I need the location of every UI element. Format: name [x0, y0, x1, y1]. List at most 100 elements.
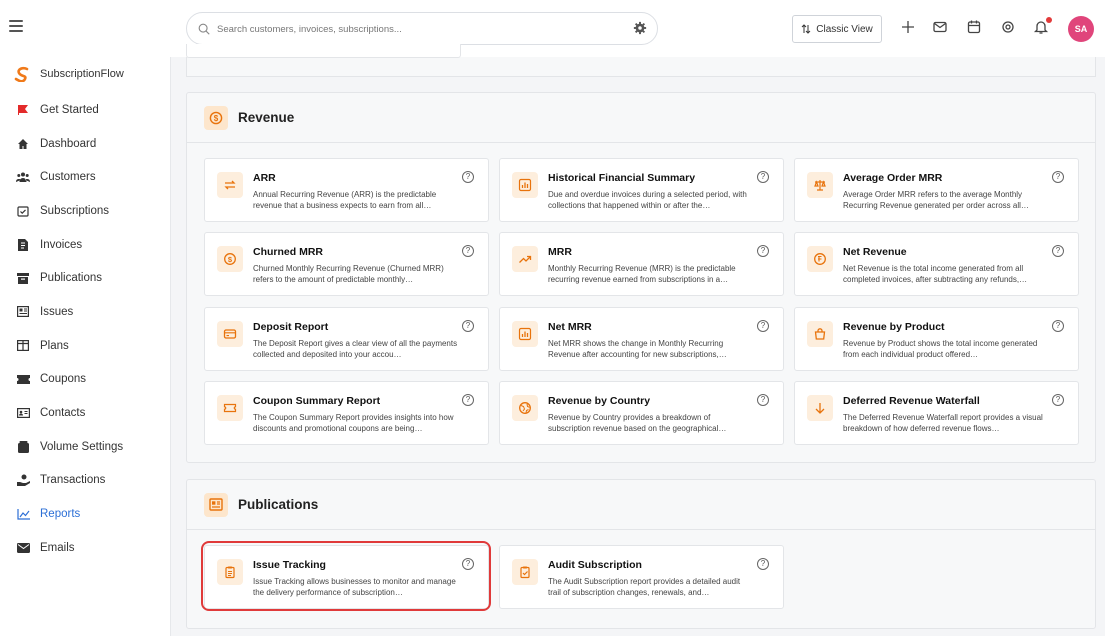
report-card-net-revenue[interactable]: Net Revenue Net Revenue is the total inco… [794, 232, 1079, 296]
report-card-title: Audit Subscription [548, 559, 642, 571]
sidebar-item-label: Customers [40, 171, 96, 184]
flag-icon [16, 103, 30, 117]
contact-card-icon [16, 406, 30, 420]
report-card-description: The Deposit Report gives a clear view of… [253, 339, 458, 359]
report-card-historical-financial-summary[interactable]: Historical Financial Summary Due and over… [499, 158, 784, 222]
sidebar-item-label: Volume Settings [40, 440, 124, 453]
shopping-bag-icon [807, 321, 833, 347]
help-icon[interactable]: ? [757, 394, 769, 406]
report-card-deferred-revenue-waterfall[interactable]: Deferred Revenue Waterfall The Deferred R… [794, 381, 1079, 445]
user-avatar[interactable]: SA [1068, 16, 1094, 42]
help-icon[interactable]: ? [757, 558, 769, 570]
report-card-description: The Audit Subscription report provides a… [548, 577, 741, 597]
swap-icon [801, 24, 811, 34]
sidebar-item-subscriptions[interactable]: Subscriptions [0, 194, 170, 228]
report-card-description: Revenue by Product shows the total incom… [843, 339, 1038, 359]
help-icon[interactable]: ? [1052, 394, 1064, 406]
revenue-section-title: Revenue [238, 110, 295, 125]
help-icon[interactable]: ? [1052, 320, 1064, 332]
report-card-title: Historical Financial Summary [548, 172, 696, 184]
report-card-description: Revenue by Country provides a breakdown … [548, 413, 727, 433]
report-card-description: Average Order MRR refers to the average … [843, 190, 1029, 210]
sidebar-item-label: Issues [40, 305, 74, 318]
sidebar-item-invoices[interactable]: Invoices [0, 228, 170, 262]
report-card-title: Net Revenue [843, 246, 907, 258]
invoice-icon [16, 238, 30, 252]
menu-icon[interactable] [9, 20, 23, 32]
help-icon[interactable]: ? [757, 245, 769, 257]
search-settings-icon[interactable] [633, 21, 647, 35]
help-icon[interactable]: ? [462, 394, 474, 406]
sidebar-item-customers[interactable]: Customers [0, 160, 170, 194]
help-icon[interactable]: ? [1052, 171, 1064, 183]
sidebar-item-label: Plans [40, 339, 69, 352]
sidebar-item-label: Transactions [40, 474, 106, 487]
ticket-icon [16, 372, 30, 386]
clipboard-check-icon [512, 559, 538, 585]
sidebar-item-get-started[interactable]: Get Started [0, 93, 170, 127]
newspaper-icon [204, 492, 228, 517]
search-input[interactable] [217, 20, 607, 38]
classic-view-button[interactable]: Classic View [792, 15, 882, 43]
sidebar-item-reports[interactable]: Reports [0, 497, 170, 531]
sidebar-nav: Get Started Dashboard Customers Subscrip… [0, 93, 170, 565]
brand-name: SubscriptionFlow [40, 68, 124, 80]
report-card-revenue-by-country[interactable]: Revenue by Country Revenue by Country pro… [499, 381, 784, 445]
report-card-deposit-report[interactable]: Deposit Report The Deposit Report gives a… [204, 307, 489, 371]
report-card-title: Deferred Revenue Waterfall [843, 395, 980, 407]
help-icon[interactable]: ? [462, 171, 474, 183]
trending-up-icon [512, 246, 538, 272]
sidebar-item-emails[interactable]: Emails [0, 531, 170, 565]
plus-icon[interactable] [900, 19, 916, 35]
report-card-description: Net MRR shows the change in Monthly Recu… [548, 339, 727, 359]
report-card-revenue-by-product[interactable]: Revenue by Product Revenue by Product sho… [794, 307, 1079, 371]
sidebar-item-issues[interactable]: Issues [0, 295, 170, 329]
help-icon[interactable]: ? [757, 320, 769, 332]
search-bar [186, 12, 658, 45]
report-card-description: The Coupon Summary Report provides insig… [253, 413, 454, 433]
sidebar-item-plans[interactable]: Plans [0, 329, 170, 363]
sidebar-item-coupons[interactable]: Coupons [0, 363, 170, 397]
ticket-icon [217, 395, 243, 421]
report-card-title: Deposit Report [253, 321, 329, 333]
report-card-title: Average Order MRR [843, 172, 943, 184]
dollar-coin-icon: $ [217, 246, 243, 272]
subscriptionflow-logo-icon [14, 66, 29, 82]
sidebar-item-dashboard[interactable]: Dashboard [0, 127, 170, 161]
report-card-coupon-summary-report[interactable]: Coupon Summary Report The Coupon Summary … [204, 381, 489, 445]
report-card-arr[interactable]: ARR Annual Recurring Revenue (ARR) is the… [204, 158, 489, 222]
sidebar-item-label: Emails [40, 541, 75, 554]
sidebar-item-volume-settings[interactable]: Volume Settings [0, 430, 170, 464]
report-card-net-mrr[interactable]: Net MRR Net MRR shows the change in Month… [499, 307, 784, 371]
sidebar-item-label: Publications [40, 272, 103, 285]
help-icon[interactable]: ? [462, 320, 474, 332]
help-icon[interactable]: ? [1052, 245, 1064, 257]
sidebar-item-transactions[interactable]: Transactions [0, 464, 170, 498]
report-card-mrr[interactable]: MRR Monthly Recurring Revenue (MRR) is th… [499, 232, 784, 296]
credit-card-icon [217, 321, 243, 347]
report-card-churned-mrr[interactable]: $ Churned MRR Churned Monthly Recurring Re… [204, 232, 489, 296]
help-icon[interactable]: ? [462, 245, 474, 257]
report-card-title: Revenue by Country [548, 395, 651, 407]
columns-icon [16, 339, 30, 353]
sidebar-item-contacts[interactable]: Contacts [0, 396, 170, 430]
report-card-average-order-mrr[interactable]: Average Order MRR Average Order MRR refer… [794, 158, 1079, 222]
publications-section-header: Publications [187, 480, 1095, 530]
report-card-description: Due and overdue invoices during a select… [548, 190, 747, 210]
sidebar-item-label: Contacts [40, 407, 86, 420]
brand[interactable]: SubscriptionFlow [14, 62, 124, 86]
issue-tracking-highlight [201, 541, 491, 611]
previous-section-bottom [186, 57, 1096, 77]
sidebar-item-label: Coupons [40, 373, 87, 386]
sidebar-item-publications[interactable]: Publications [0, 261, 170, 295]
sidebar-item-label: Subscriptions [40, 204, 110, 217]
chart-line-icon [16, 507, 30, 521]
report-card-title: Churned MRR [253, 246, 323, 258]
hand-money-icon [16, 473, 30, 487]
report-card-audit-subscription[interactable]: Audit Subscription The Audit Subscription… [499, 545, 784, 609]
help-icon[interactable]: ? [757, 171, 769, 183]
bar-chart-icon [512, 321, 538, 347]
settings-icon[interactable] [1000, 19, 1016, 35]
calendar-icon[interactable] [966, 19, 982, 35]
mail-icon[interactable] [932, 19, 948, 35]
